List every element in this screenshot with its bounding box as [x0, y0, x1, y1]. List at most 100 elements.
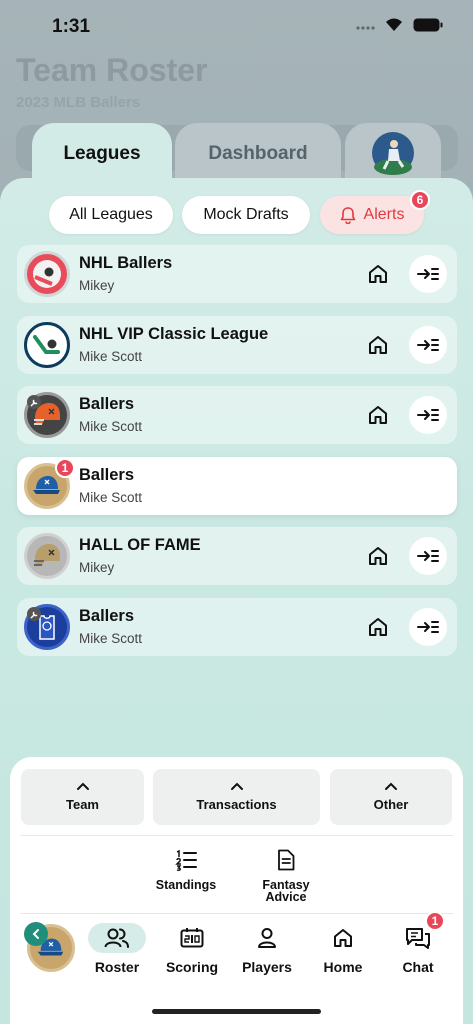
nav-chat[interactable]: 1 Chat	[383, 911, 453, 975]
football-helmet-gold-logo	[24, 533, 70, 579]
enter-arrow-icon	[417, 339, 439, 351]
league-name: Ballers	[79, 395, 135, 413]
nav-roster[interactable]: Roster	[82, 923, 152, 975]
hockey-stick-icon	[33, 335, 60, 354]
standings-label: Standings	[155, 878, 217, 892]
league-row[interactable]: NHL Ballers Mikey	[17, 245, 457, 303]
league-home-icon[interactable]	[366, 262, 390, 286]
enter-arrow-icon	[417, 409, 439, 421]
league-name: Ballers	[79, 466, 135, 484]
team-menu-label: Team	[66, 797, 99, 812]
chevron-up-icon	[230, 782, 243, 790]
alerts-chip[interactable]: Alerts 6	[320, 190, 430, 234]
tab-leagues[interactable]: Leagues	[32, 123, 172, 193]
back-button[interactable]	[24, 922, 48, 946]
league-row[interactable]: Ballers Mike Scott	[17, 598, 457, 656]
home-icon-wrap	[314, 923, 372, 953]
league-row[interactable]: Ballers Mike Scott	[17, 386, 457, 444]
scoreboard-icon	[180, 928, 204, 948]
league-home-icon[interactable]	[366, 403, 390, 427]
league-name: Ballers	[79, 607, 135, 625]
fantasy-advice-button[interactable]: Fantasy Advice	[241, 849, 331, 903]
home-icon	[334, 929, 352, 947]
chat-count-badge: 1	[425, 911, 445, 931]
commissioner-wrench-icon	[27, 395, 41, 409]
other-menu-label: Other	[373, 797, 409, 812]
chevron-up-icon	[76, 782, 89, 790]
hockey-stick-logo	[24, 322, 70, 368]
nav-scoring[interactable]: Scoring	[157, 923, 227, 975]
enter-league-button[interactable]	[409, 396, 447, 434]
numbered-list-icon	[175, 849, 197, 871]
background-page-title: Team Roster	[16, 52, 208, 88]
user-icon	[258, 928, 276, 948]
enter-league-button[interactable]	[409, 326, 447, 364]
scoring-icon-wrap	[163, 923, 221, 953]
league-row[interactable]: HALL OF FAME Mikey	[17, 527, 457, 585]
divider	[20, 913, 453, 914]
tab-dashboard-label: Dashboard	[208, 143, 308, 164]
enter-arrow-icon	[417, 621, 439, 633]
users-icon	[104, 928, 129, 948]
chat-bubbles-icon	[406, 928, 430, 949]
league-home-icon[interactable]	[366, 544, 390, 568]
divider	[20, 835, 453, 836]
nav-home-label: Home	[323, 959, 363, 975]
alerts-label: Alerts	[363, 206, 405, 223]
enter-league-button[interactable]	[409, 537, 447, 575]
league-row[interactable]: NHL VIP Classic League Mike Scott	[17, 316, 457, 374]
mock-drafts-chip[interactable]: Mock Drafts	[182, 196, 310, 234]
all-leagues-label: All Leagues	[69, 206, 153, 223]
league-home-icon[interactable]	[366, 615, 390, 639]
signal-icon	[356, 26, 375, 30]
standings-button[interactable]: Standings	[141, 849, 231, 891]
football-helmet-orange-logo	[24, 392, 70, 438]
alerts-count-badge: 6	[410, 190, 430, 210]
chevron-up-icon	[385, 782, 397, 790]
league-owner: Mikey	[79, 278, 115, 293]
league-name: NHL VIP Classic League	[79, 325, 269, 343]
hockey-puck-red-logo	[24, 251, 70, 297]
tab-leagues-label: Leagues	[63, 143, 141, 164]
nav-players-label: Players	[242, 959, 292, 975]
league-name: HALL OF FAME	[79, 536, 201, 554]
nav-roster-label: Roster	[94, 959, 140, 975]
player-avatar-icon	[372, 132, 414, 175]
all-leagues-chip[interactable]: All Leagues	[49, 196, 173, 234]
roster-icon-wrap	[88, 923, 146, 953]
fantasy-advice-label: Fantasy Advice	[262, 878, 310, 904]
bottom-menu-panel: Team Transactions Other Standings Fantas…	[10, 757, 463, 1024]
nav-players[interactable]: Players	[232, 923, 302, 975]
enter-arrow-icon	[417, 550, 439, 562]
football-helmet-icon	[34, 544, 60, 566]
background-page-subtitle: 2023 MLB Ballers	[16, 94, 141, 111]
other-menu-button[interactable]: Other	[330, 769, 452, 825]
league-row-selected[interactable]: 1 Ballers Mike Scott	[17, 457, 457, 515]
league-owner: Mike Scott	[79, 631, 143, 646]
league-owner: Mike Scott	[79, 349, 143, 364]
hockey-puck-icon	[33, 260, 61, 288]
league-owner: Mikey	[79, 560, 115, 575]
status-icons	[355, 18, 443, 32]
commissioner-wrench-icon	[27, 607, 41, 621]
nav-scoring-label: Scoring	[165, 959, 219, 975]
team-menu-button[interactable]: Team	[21, 769, 144, 825]
status-bar: 1:31	[0, 0, 473, 54]
transactions-menu-label: Transactions	[196, 797, 277, 812]
nav-home[interactable]: Home	[308, 923, 378, 975]
status-time: 1:31	[52, 16, 91, 37]
wifi-icon	[386, 18, 402, 31]
chevron-left-icon	[32, 929, 39, 939]
nav-chat-label: Chat	[402, 959, 434, 975]
chat-icon-wrap: 1	[389, 911, 447, 953]
transactions-menu-button[interactable]: Transactions	[153, 769, 320, 825]
enter-league-button[interactable]	[409, 255, 447, 293]
league-home-icon[interactable]	[366, 333, 390, 357]
enter-league-button[interactable]	[409, 608, 447, 646]
basketball-jersey-logo	[24, 604, 70, 650]
players-icon-wrap	[238, 923, 296, 953]
league-owner: Mike Scott	[79, 490, 143, 505]
home-indicator[interactable]	[152, 1009, 321, 1014]
bell-icon	[340, 207, 355, 224]
enter-arrow-icon	[417, 268, 439, 280]
